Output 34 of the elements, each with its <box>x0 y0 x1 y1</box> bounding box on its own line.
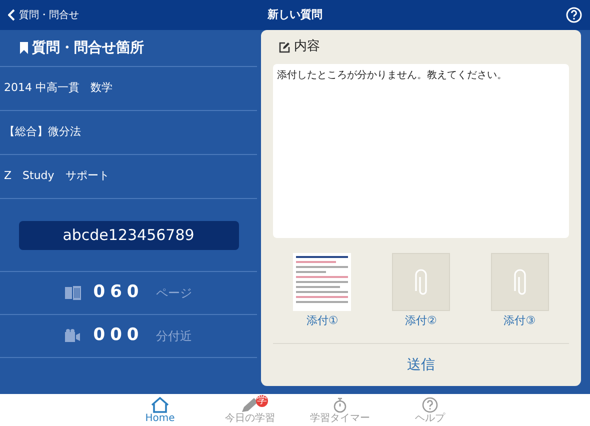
info-row-text: 2014 中高一貫 数学 <box>4 80 112 96</box>
counter-value: 060 <box>93 281 144 304</box>
stopwatch-icon <box>332 396 348 412</box>
tab-item[interactable]: 学 今日の学習 <box>216 394 284 426</box>
video-camera-icon <box>65 329 82 343</box>
tab-item[interactable]: 学習タイマー <box>306 394 374 426</box>
book-icon <box>65 286 82 300</box>
tab-item[interactable]: Home <box>126 394 194 426</box>
back-button[interactable]: 質問・問合せ <box>8 8 128 22</box>
card-title: 内容 <box>294 38 320 56</box>
chevron-left-icon <box>8 9 15 21</box>
paperclip-icon <box>512 267 527 297</box>
counter-value: 000 <box>93 324 144 348</box>
tab-item[interactable]: ヘルプ <box>396 394 464 426</box>
attachment-label: 添付① <box>306 313 338 329</box>
home-icon <box>151 396 169 412</box>
attachment-label: 添付③ <box>504 313 536 329</box>
send-button[interactable]: 送信 <box>391 350 451 380</box>
help-icon[interactable] <box>566 7 582 23</box>
sidebar-title: 質問・問合せ箇所 <box>32 38 144 58</box>
code-label: abcde123456789 <box>18 220 238 250</box>
notification-badge: 学 <box>256 395 268 407</box>
attachment-label: 添付② <box>405 313 437 329</box>
help-icon <box>422 396 438 412</box>
counter-unit: 分付近 <box>156 328 192 345</box>
message-field[interactable]: 添付したところが分かりません。教えてください。 <box>273 64 569 238</box>
paperclip-icon <box>414 267 428 297</box>
edit-icon <box>279 42 290 52</box>
counter-unit: ページ <box>156 285 192 302</box>
info-row-text: Z Study サポート <box>4 168 110 184</box>
info-row-text: 【総合】微分法 <box>4 124 81 140</box>
bookmark-icon <box>20 42 28 54</box>
nav-title: 新しい質問 <box>268 6 322 23</box>
document-thumbnail[interactable] <box>293 253 352 311</box>
